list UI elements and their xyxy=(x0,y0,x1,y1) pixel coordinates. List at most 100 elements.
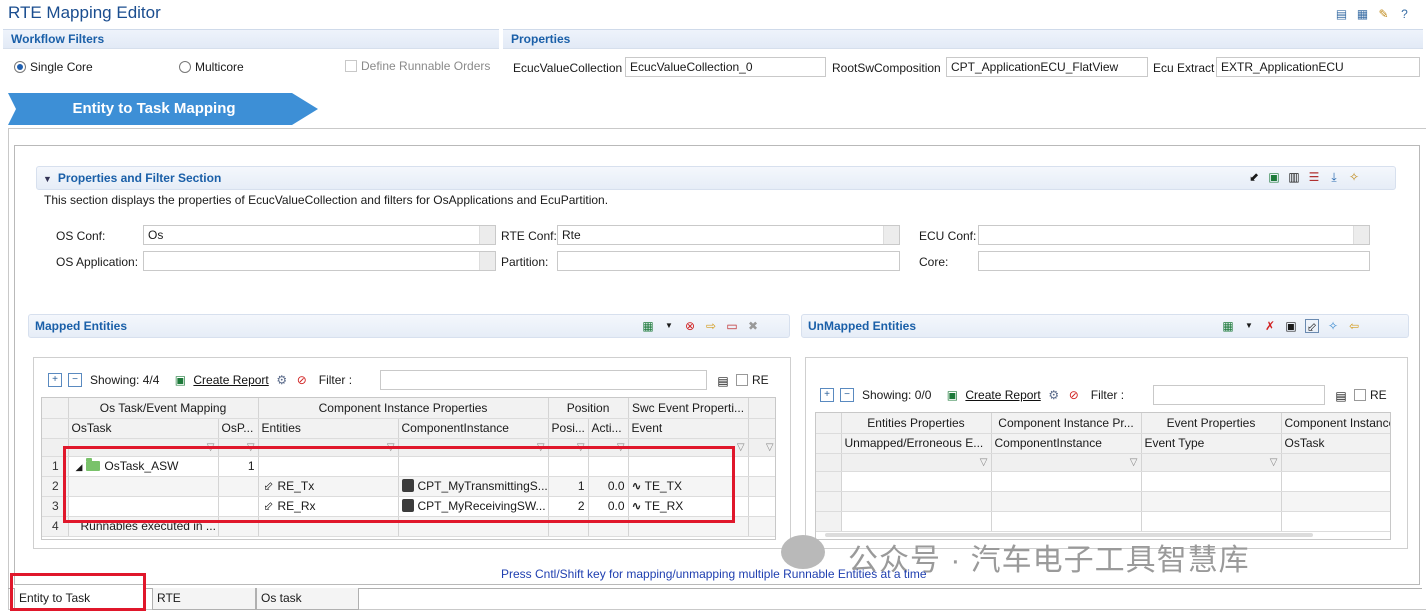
column-header-event-type[interactable]: Event Type xyxy=(1141,433,1282,454)
column-header-component-instance[interactable]: ComponentInstance xyxy=(398,418,549,439)
core-field[interactable] xyxy=(978,251,1370,271)
mapped-filter-clear-icon[interactable]: ▤ xyxy=(716,374,730,388)
mapping-hint: Press Cntl/Shift key for mapping/unmappi… xyxy=(501,567,927,581)
column-header-event[interactable]: Event xyxy=(628,418,749,439)
component-select-icon[interactable]: ▣ xyxy=(1284,319,1298,333)
mapped-create-report-link[interactable]: Create Report xyxy=(193,373,268,387)
os-conf-field[interactable]: Os xyxy=(143,225,496,245)
unmapped-filter-input[interactable] xyxy=(1153,385,1325,405)
collapse-all-icon[interactable]: − xyxy=(68,373,82,387)
unmapped-table-toolbar: + − Showing: 0/0 ▣ Create Report ⚙ ⊘ Fil… xyxy=(820,388,1124,402)
import-icon[interactable]: ⤓ xyxy=(1327,170,1341,184)
group-component-instance[interactable]: Component Instance Properties xyxy=(258,398,549,419)
columns-icon[interactable]: ▥ xyxy=(1287,170,1301,184)
column-header-ostask[interactable]: OsTask xyxy=(68,418,219,439)
mapped-filter-input[interactable] xyxy=(380,370,707,390)
table-layout-icon[interactable]: ▦ xyxy=(1221,319,1235,333)
filler-cell xyxy=(748,516,775,537)
mapped-re-checkbox[interactable]: RE xyxy=(736,373,769,387)
top-toolbar: ▤ ▦ ✎ ? xyxy=(1334,7,1412,22)
ecu-conf-field[interactable] xyxy=(978,225,1370,245)
expand-all-icon[interactable]: + xyxy=(820,388,834,402)
settings-icon[interactable]: ⚙ xyxy=(1047,388,1061,402)
group-component-instance[interactable]: Component Instance xyxy=(1281,413,1390,434)
column-header-unmapped[interactable]: Unmapped/Erroneous E... xyxy=(841,433,992,454)
help-icon[interactable]: ? xyxy=(1397,7,1412,22)
excel-icon[interactable]: ▣ xyxy=(1267,170,1281,184)
unmap-icon[interactable]: ▭ xyxy=(725,319,739,333)
filter-section-title: Properties and Filter Section xyxy=(57,171,222,185)
collapse-all-icon[interactable]: − xyxy=(840,388,854,402)
column-header-entities[interactable]: Entities xyxy=(258,418,399,439)
empty-cell xyxy=(816,511,842,532)
expand-all-icon[interactable]: + xyxy=(48,373,62,387)
rte-conf-browse-button[interactable] xyxy=(883,226,899,244)
os-conf-browse-button[interactable] xyxy=(479,226,495,244)
ecuc-value-collection-label: EcucValueCollection xyxy=(513,61,623,75)
export-icon[interactable]: ⬋ xyxy=(1247,170,1261,184)
table-layout-icon[interactable]: ▦ xyxy=(641,319,655,333)
filler-cell xyxy=(748,456,775,477)
funnel-icon[interactable]: ▽ xyxy=(991,453,1142,472)
move-right-icon[interactable]: ⇨ xyxy=(704,319,718,333)
single-core-radio[interactable]: Single Core xyxy=(14,60,93,74)
group-position[interactable]: Position xyxy=(548,398,629,419)
highlight-box-mapped-rows xyxy=(63,446,735,523)
os-application-dropdown-button[interactable] xyxy=(479,252,495,270)
settings-icon[interactable]: ⚙ xyxy=(275,373,289,387)
watermark-logo-icon xyxy=(781,535,825,569)
root-sw-composition-field[interactable]: CPT_ApplicationECU_FlatView xyxy=(946,57,1148,77)
filter-section-header[interactable]: ▼ Properties and Filter Section xyxy=(36,166,1396,190)
column-header-activation[interactable]: Acti... xyxy=(588,418,629,439)
funnel-icon[interactable]: ▽ xyxy=(1141,453,1282,472)
sparkle-icon[interactable]: ✧ xyxy=(1326,319,1340,333)
group-os-task-event[interactable]: Os Task/Event Mapping xyxy=(68,398,259,419)
group-event-properties[interactable]: Event Properties xyxy=(1141,413,1282,434)
close-gray-icon[interactable]: ✖ xyxy=(746,319,760,333)
ecu-conf-browse-button[interactable] xyxy=(1353,226,1369,244)
filter-section-toolbar: ⬋ ▣ ▥ ☰ ⤓ ✧ xyxy=(1247,170,1361,184)
tab-rte-configuration[interactable]: RTE Configuration xyxy=(152,588,256,613)
unmapped-filter-clear-icon[interactable]: ▤ xyxy=(1334,389,1348,403)
ecuc-value-collection-field[interactable]: EcucValueCollection_0 xyxy=(625,57,826,77)
clipboard-icon[interactable]: ▤ xyxy=(1334,7,1349,22)
wrench-icon[interactable]: ✎ xyxy=(1376,7,1391,22)
mapped-entities-title: Mapped Entities xyxy=(35,319,128,333)
column-header-ostask[interactable]: OsTask xyxy=(1281,433,1390,454)
multicore-radio[interactable]: Multicore xyxy=(179,60,244,74)
clear-filter-icon[interactable]: ⊘ xyxy=(295,373,309,387)
corner-cell xyxy=(816,453,842,472)
group-entities-properties[interactable]: Entities Properties xyxy=(841,413,992,434)
partition-field[interactable] xyxy=(557,251,900,271)
ecu-extract-field[interactable]: EXTR_ApplicationECU xyxy=(1216,57,1420,77)
column-header-position[interactable]: Posi... xyxy=(548,418,589,439)
rte-conf-field[interactable]: Rte xyxy=(557,225,900,245)
os-application-field[interactable] xyxy=(143,251,496,271)
map-selected-icon[interactable]: ⬃ xyxy=(1305,319,1319,334)
clear-filter-icon[interactable]: ⊘ xyxy=(1067,388,1081,402)
delete-icon[interactable]: ✗ xyxy=(1263,319,1277,333)
document-delete-icon[interactable]: ▦ xyxy=(1355,7,1370,22)
define-runnable-orders-label: Define Runnable Orders xyxy=(361,59,491,73)
corner-cell xyxy=(816,433,842,454)
list-icon[interactable]: ☰ xyxy=(1307,170,1321,184)
mapped-toolbar: ▦ ▼ ⊗ ⇨ ▭ ✖ xyxy=(641,319,760,333)
dropdown-arrow-icon[interactable]: ▼ xyxy=(1242,319,1256,333)
dropdown-arrow-icon[interactable]: ▼ xyxy=(662,319,676,333)
funnel-icon[interactable]: ▽ xyxy=(841,453,992,472)
column-header-osp[interactable]: OsP... xyxy=(218,418,259,439)
unmapped-re-checkbox[interactable]: RE xyxy=(1354,388,1387,402)
column-header-component-instance[interactable]: ComponentInstance xyxy=(991,433,1142,454)
move-left-icon[interactable]: ⇦ xyxy=(1347,319,1361,333)
mapped-showing-count: Showing: 4/4 xyxy=(90,373,160,387)
funnel-icon[interactable] xyxy=(1281,453,1390,472)
group-component-instance-props[interactable]: Component Instance Pr... xyxy=(991,413,1142,434)
funnel-icon[interactable]: ▽ xyxy=(748,438,775,457)
remove-red-icon[interactable]: ⊗ xyxy=(683,319,697,333)
wand-icon[interactable]: ✧ xyxy=(1347,170,1361,184)
group-swc-event[interactable]: Swc Event Properti... xyxy=(628,398,749,419)
define-runnable-orders-checkbox[interactable]: Define Runnable Orders xyxy=(345,59,490,73)
tab-os-task-properties[interactable]: Os task Properties xyxy=(256,588,359,613)
unmapped-create-report-link[interactable]: Create Report xyxy=(965,388,1040,402)
unmapped-filter-label: Filter : xyxy=(1090,388,1125,402)
